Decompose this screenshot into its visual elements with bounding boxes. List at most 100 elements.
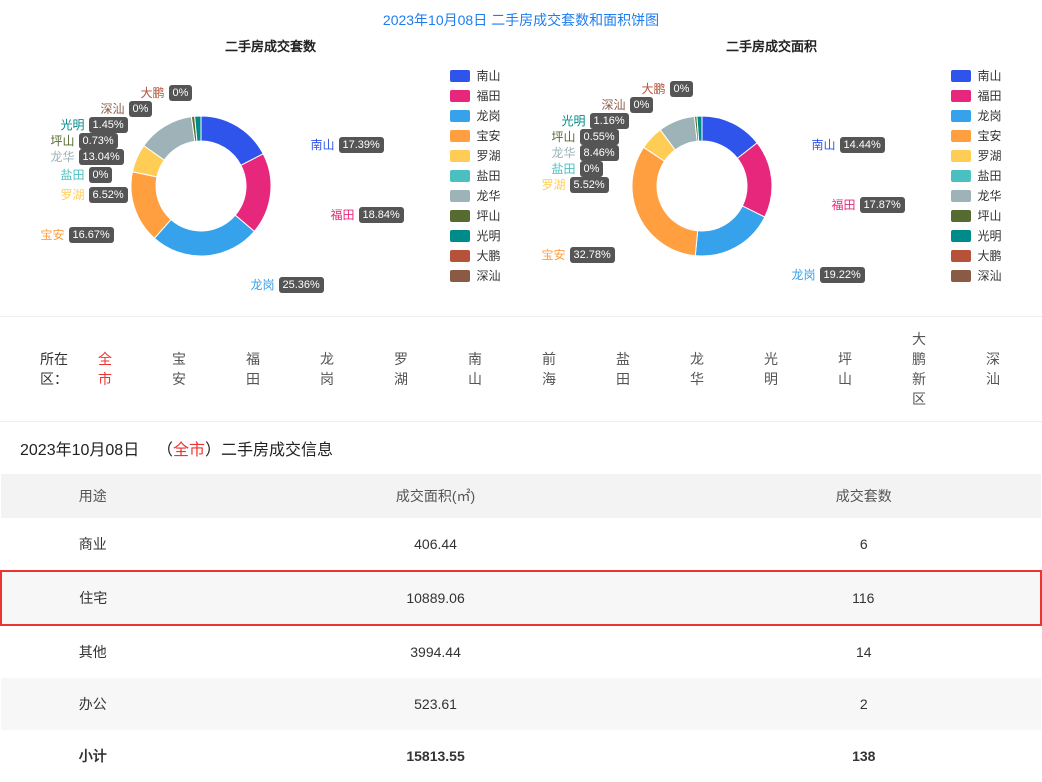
legend-item[interactable]: 光明 (951, 226, 1001, 246)
callout: 罗湖6.52% (61, 186, 128, 203)
callout-pct: 8.46% (580, 145, 619, 161)
summary-table: 用途 成交面积(㎡) 成交套数 商业406.446住宅10889.06116其他… (0, 474, 1042, 782)
callout: 盐田0% (552, 160, 604, 177)
legend-item[interactable]: 福田 (450, 86, 500, 106)
tab-龙华[interactable]: 龙华 (690, 349, 704, 389)
legend-item[interactable]: 坪山 (450, 206, 500, 226)
callout: 福田17.87% (832, 196, 905, 213)
chart-area-title: 二手房成交面积 (532, 36, 1012, 55)
tab-前海[interactable]: 前海 (542, 349, 556, 389)
legend-item[interactable]: 盐田 (450, 166, 500, 186)
callout: 深汕0% (101, 100, 153, 117)
legend-item[interactable]: 宝安 (450, 126, 500, 146)
callout: 罗湖5.52% (542, 176, 609, 193)
legend-swatch (951, 170, 971, 182)
th-count: 成交套数 (687, 474, 1041, 518)
callout: 龙岗19.22% (792, 266, 865, 283)
legend-label: 龙岗 (476, 106, 500, 126)
callout-pct: 0% (630, 97, 654, 113)
callout: 深汕0% (602, 96, 654, 113)
cell-total-use: 小计 (1, 730, 185, 782)
legend-item[interactable]: 大鹏 (450, 246, 500, 266)
cell-use: 住宅 (1, 571, 185, 625)
legend-label: 深汕 (476, 266, 500, 286)
legend-item[interactable]: 龙华 (450, 186, 500, 206)
legend-item[interactable]: 龙华 (951, 186, 1001, 206)
cell-area: 406.44 (185, 518, 687, 571)
district-tabs: 所在区： 全市 宝安 福田 龙岗 罗湖 南山 前海 盐田 龙华 光明 坪山 大鹏新区 深汕 (0, 316, 1042, 422)
legend-item[interactable]: 光明 (450, 226, 500, 246)
callout: 大鹏0% (642, 80, 694, 97)
callout-pct: 0.55% (580, 129, 619, 145)
legend-label: 罗湖 (977, 146, 1001, 166)
legend-label: 光明 (977, 226, 1001, 246)
cell-area: 523.61 (185, 678, 687, 730)
legend-item[interactable]: 盐田 (951, 166, 1001, 186)
legend-swatch (951, 230, 971, 242)
legend-item[interactable]: 龙岗 (450, 106, 500, 126)
legend-item[interactable]: 大鹏 (951, 246, 1001, 266)
tab-福田[interactable]: 福田 (246, 349, 260, 389)
legend-item[interactable]: 南山 (951, 66, 1001, 86)
legend-swatch (951, 210, 971, 222)
cell-count: 2 (687, 678, 1041, 730)
tabs-label: 所在区： (40, 349, 68, 389)
callout: 南山14.44% (812, 136, 885, 153)
legend-item[interactable]: 南山 (450, 66, 500, 86)
callout-name: 深汕 (101, 100, 125, 117)
tab-罗湖[interactable]: 罗湖 (394, 349, 408, 389)
tab-光明[interactable]: 光明 (764, 349, 778, 389)
callout-name: 南山 (812, 136, 836, 153)
tab-宝安[interactable]: 宝安 (172, 349, 186, 389)
table-row: 办公523.612 (1, 678, 1041, 730)
legend-item[interactable]: 龙岗 (951, 106, 1001, 126)
legend-label: 大鹏 (977, 246, 1001, 266)
tab-全市[interactable]: 全市 (98, 349, 112, 389)
callout-name: 坪山 (552, 128, 576, 145)
tab-坪山[interactable]: 坪山 (838, 349, 852, 389)
th-use: 用途 (1, 474, 185, 518)
chart-count-title: 二手房成交套数 (31, 36, 511, 55)
cell-area: 3994.44 (185, 625, 687, 678)
donut-slice[interactable] (632, 147, 698, 255)
legend-item[interactable]: 福田 (951, 86, 1001, 106)
tab-盐田[interactable]: 盐田 (616, 349, 630, 389)
legend-swatch (450, 190, 470, 202)
cell-use: 商业 (1, 518, 185, 571)
legend-item[interactable]: 深汕 (951, 266, 1001, 286)
callout-pct: 13.04% (79, 149, 124, 165)
callout-name: 龙岗 (792, 266, 816, 283)
tab-深汕[interactable]: 深汕 (986, 349, 1000, 389)
callout-name: 大鹏 (141, 84, 165, 101)
section-title: 2023年10月08日 （全市）二手房成交信息 (0, 422, 1042, 474)
legend-item[interactable]: 坪山 (951, 206, 1001, 226)
callout-name: 龙华 (552, 144, 576, 161)
callout: 龙华13.04% (51, 148, 124, 165)
callout: 南山17.39% (311, 136, 384, 153)
table-total-row: 小计15813.55138 (1, 730, 1041, 782)
legend-area: 南山福田龙岗宝安罗湖盐田龙华坪山光明大鹏深汕 (951, 66, 1001, 286)
tab-龙岗[interactable]: 龙岗 (320, 349, 334, 389)
legend-item[interactable]: 宝安 (951, 126, 1001, 146)
donut-slice[interactable] (201, 116, 263, 165)
callout-name: 深汕 (602, 96, 626, 113)
legend-item[interactable]: 罗湖 (951, 146, 1001, 166)
legend-swatch (951, 130, 971, 142)
legend-item[interactable]: 罗湖 (450, 146, 500, 166)
donut-slice[interactable] (695, 206, 764, 256)
tab-南山[interactable]: 南山 (468, 349, 482, 389)
tab-大鹏新区[interactable]: 大鹏新区 (912, 329, 926, 409)
legend-item[interactable]: 深汕 (450, 266, 500, 286)
legend-swatch (450, 150, 470, 162)
callout-name: 罗湖 (61, 186, 85, 203)
callout-pct: 0% (169, 85, 193, 101)
cell-use: 办公 (1, 678, 185, 730)
charts-row: 二手房成交套数 南山福田龙岗宝安罗湖盐田龙华坪山光明大鹏深汕 南山17.39%福… (0, 36, 1042, 306)
legend-label: 大鹏 (476, 246, 500, 266)
section-suffix: ）二手房成交信息 (205, 442, 333, 459)
legend-label: 深汕 (977, 266, 1001, 286)
callout-pct: 32.78% (570, 247, 615, 263)
legend-swatch (450, 210, 470, 222)
callout-pct: 18.84% (359, 207, 404, 223)
legend-swatch (951, 250, 971, 262)
